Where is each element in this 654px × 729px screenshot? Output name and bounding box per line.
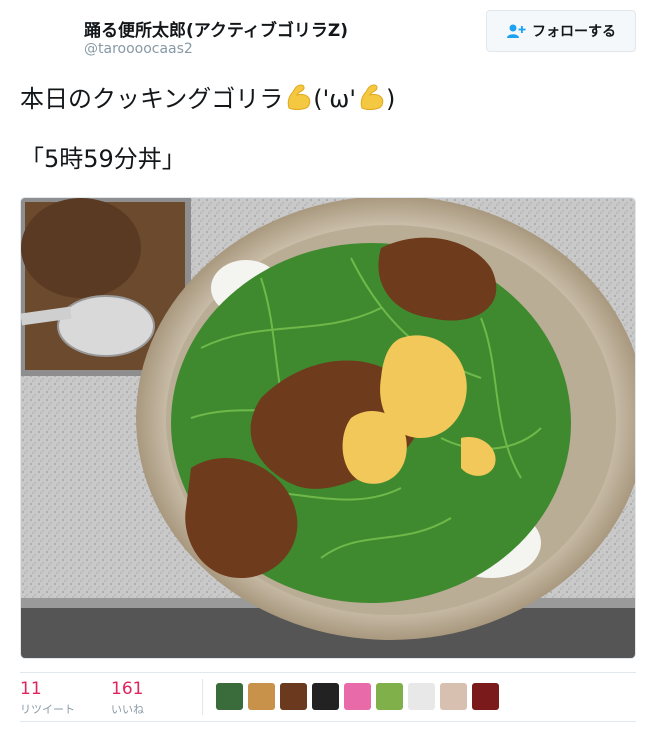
flexed-biceps-icon (288, 84, 311, 110)
liker-avatars (216, 683, 499, 710)
like-count: 161 (111, 679, 144, 699)
user-avatar[interactable] (20, 12, 76, 68)
tweet-kaomoji: ('ω' (313, 85, 356, 113)
liker-avatar-6[interactable] (376, 683, 403, 710)
tweet-text-line2: 「5時59分丼」 (20, 145, 186, 173)
follow-button[interactable]: フォローする (486, 10, 636, 52)
tweet-text-line1: 本日のクッキングゴリラ (20, 85, 284, 113)
liker-avatar-8[interactable] (440, 683, 467, 710)
tweet-photo[interactable] (20, 197, 636, 659)
follow-button-label: フォローする (532, 24, 616, 40)
display-name[interactable]: 踊る便所太郎(アクティブゴリラZ) (84, 16, 348, 41)
flexed-biceps-icon (360, 84, 384, 110)
tweet-stats: 11 リツイート 161 いいね (20, 672, 636, 722)
retweet-label: リツイート (20, 703, 75, 716)
liker-avatar-5[interactable] (344, 683, 371, 710)
liker-avatar-2[interactable] (248, 683, 275, 710)
tweet-text-line1-end: ) (385, 85, 396, 113)
liker-avatar-1[interactable] (216, 683, 243, 710)
liker-avatar-3[interactable] (280, 683, 307, 710)
liker-avatar-4[interactable] (312, 683, 339, 710)
retweet-count: 11 (20, 679, 42, 699)
user-handle[interactable]: @taroooocaas2 (84, 41, 193, 57)
liker-avatar-9[interactable] (472, 683, 499, 710)
rice-bowl-photo (21, 198, 635, 658)
liker-avatar-7[interactable] (408, 683, 435, 710)
like-stat[interactable]: 161 いいね (111, 679, 144, 717)
tweet-text: 本日のクッキングゴリラ ('ω' ) 「5時59分丼」 (20, 82, 395, 176)
like-label: いいね (111, 703, 144, 716)
add-user-icon (507, 24, 526, 38)
stats-divider (202, 679, 203, 715)
retweet-stat[interactable]: 11 リツイート (20, 679, 75, 717)
